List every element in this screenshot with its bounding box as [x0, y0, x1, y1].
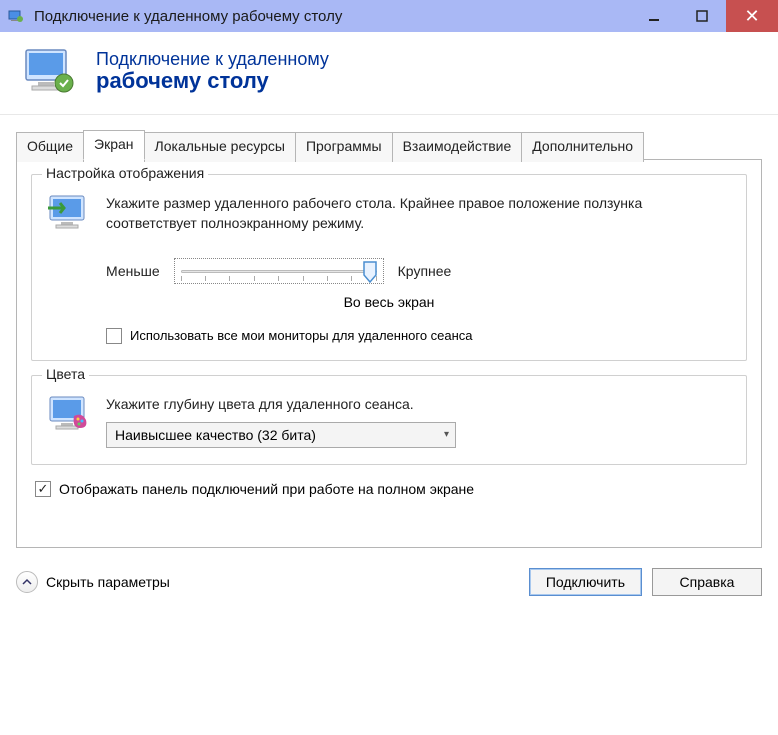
connection-bar-row: Отображать панель подключений при работе…	[35, 481, 747, 497]
tab-experience[interactable]: Взаимодействие	[392, 132, 523, 162]
header-line2: рабочему столу	[96, 68, 329, 94]
titlebar: Подключение к удаленному рабочему столу …	[0, 0, 778, 32]
tab-panel-display: Настройка отображения Укажите размер уда…	[16, 159, 762, 548]
tab-strip: Общие Экран Локальные ресурсы Программы …	[16, 130, 762, 160]
tab-local-resources[interactable]: Локальные ресурсы	[144, 132, 296, 162]
colors-group-title: Цвета	[42, 366, 89, 382]
close-button[interactable]: ✕	[726, 0, 778, 32]
tab-programs[interactable]: Программы	[295, 132, 393, 162]
colors-group: Цвета Укажите глубину цвета дл	[31, 375, 747, 465]
minimize-button[interactable]	[630, 0, 678, 32]
slider-value-caption: Во весь экран	[46, 294, 732, 310]
color-depth-value: Наивысшее качество (32 бита)	[115, 427, 316, 443]
window-title: Подключение к удаленному рабочему столу	[34, 8, 342, 25]
tab-general[interactable]: Общие	[16, 132, 84, 162]
header-banner: Подключение к удаленному рабочему столу	[0, 32, 778, 115]
header-line1: Подключение к удаленному	[96, 49, 329, 70]
colors-description: Укажите глубину цвета для удаленного сеа…	[106, 394, 732, 414]
color-depth-select[interactable]: Наивысшее качество (32 бита) ▾	[106, 422, 456, 448]
window-controls: ✕	[630, 0, 778, 32]
connection-bar-checkbox[interactable]	[35, 481, 51, 497]
content-area: Общие Экран Локальные ресурсы Программы …	[0, 115, 778, 560]
chevron-down-icon: ▾	[444, 429, 449, 440]
app-icon	[8, 8, 24, 24]
size-slider-row: Меньше Крупнее	[106, 258, 732, 284]
desktop-size-slider[interactable]	[174, 258, 384, 284]
monitor-palette-icon	[46, 394, 92, 434]
slider-max-label: Крупнее	[398, 263, 452, 279]
display-settings-group: Настройка отображения Укажите размер уда…	[31, 174, 747, 361]
tab-advanced[interactable]: Дополнительно	[521, 132, 644, 162]
multi-monitor-checkbox[interactable]	[106, 328, 122, 344]
multi-monitor-label: Использовать все мои мониторы для удален…	[130, 328, 473, 343]
monitor-arrow-icon	[46, 193, 92, 233]
maximize-button[interactable]	[678, 0, 726, 32]
collapse-options-label[interactable]: Скрыть параметры	[46, 574, 170, 590]
header-text: Подключение к удаленному рабочему столу	[96, 49, 329, 94]
chevron-up-icon	[22, 577, 32, 587]
help-button[interactable]: Справка	[652, 568, 762, 596]
collapse-options-button[interactable]	[16, 571, 38, 593]
tab-display[interactable]: Экран	[83, 130, 145, 160]
display-description: Укажите размер удаленного рабочего стола…	[106, 193, 732, 234]
multi-monitor-row: Использовать все мои мониторы для удален…	[106, 328, 732, 344]
slider-thumb[interactable]	[363, 261, 377, 283]
footer: Скрыть параметры Подключить Справка	[0, 560, 778, 610]
connection-bar-label: Отображать панель подключений при работе…	[59, 481, 474, 497]
slider-min-label: Меньше	[106, 263, 160, 279]
connect-button[interactable]: Подключить	[529, 568, 642, 596]
display-group-title: Настройка отображения	[42, 165, 208, 181]
rdp-icon	[20, 46, 78, 96]
